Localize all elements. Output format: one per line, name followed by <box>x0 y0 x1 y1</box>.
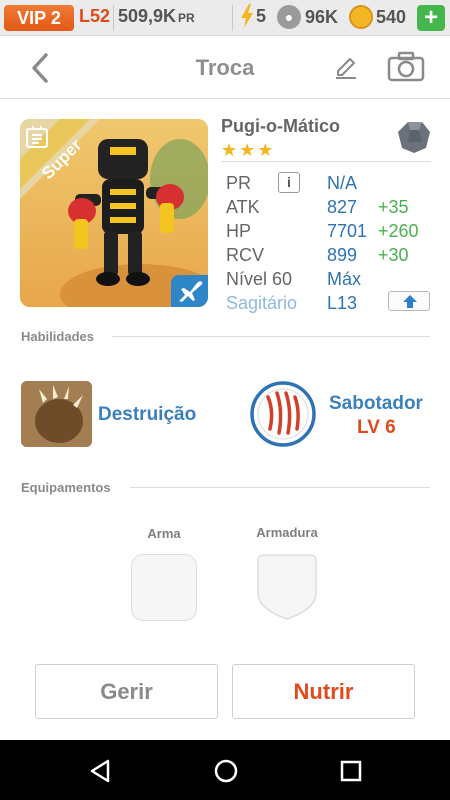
system-nav-bar <box>0 740 450 800</box>
power-rating: 509,9K PR <box>118 6 195 27</box>
skill-level-saboteur: LV 6 <box>357 417 396 438</box>
skill-name-saboteur[interactable]: Sabotador <box>329 393 423 415</box>
divider <box>113 5 114 31</box>
power-value: 509,9K <box>118 6 177 26</box>
paw-icon: ● <box>277 5 301 29</box>
arrow-up-icon <box>403 295 417 308</box>
airplane-icon <box>179 281 203 302</box>
energy-value: 5 <box>256 5 267 26</box>
add-currency-button[interactable]: + <box>417 5 445 31</box>
stat-value-pr: N/A <box>327 173 358 193</box>
page-header: Troca <box>0 37 450 99</box>
vip-badge[interactable]: VIP 2 <box>4 5 74 31</box>
slot-label-armor: Armadura <box>256 525 318 540</box>
coin-counter[interactable]: 540 <box>349 5 406 29</box>
stat-label-atk: ATK <box>226 197 260 217</box>
skill-destruction-icon[interactable] <box>21 381 92 447</box>
scratch-icon[interactable] <box>250 381 316 447</box>
upgrade-button[interactable] <box>388 291 430 311</box>
skill-name-destruction[interactable]: Destruição <box>98 404 196 426</box>
slot-label-weapon: Arma <box>147 526 181 541</box>
energy-counter[interactable]: 5 <box>240 4 266 28</box>
nav-recents-icon[interactable] <box>339 759 363 783</box>
stat-bonus-rcv: +30 <box>378 245 409 265</box>
divider <box>232 5 233 31</box>
coin-icon <box>349 5 373 29</box>
coin-value: 540 <box>376 6 407 27</box>
divider <box>221 161 431 162</box>
stat-label-constellation: Sagitário <box>226 293 298 313</box>
edit-icon[interactable] <box>333 55 359 81</box>
section-equipment-label: Equipamentos <box>21 480 111 495</box>
element-badge <box>171 275 208 307</box>
stat-value-atk: 827 <box>327 197 358 217</box>
power-unit: PR <box>178 11 195 25</box>
nav-back-icon[interactable] <box>88 758 112 784</box>
feed-button[interactable]: Nutrir <box>232 664 415 719</box>
manage-button[interactable]: Gerir <box>35 664 218 719</box>
nav-home-icon[interactable] <box>213 758 239 784</box>
stat-bonus-atk: +35 <box>378 197 409 217</box>
status-bar: VIP 2 L52 509,9K PR 5 ● 96K 540 + <box>0 0 450 36</box>
stat-label-level: Nível 60 <box>226 269 293 289</box>
claw-icon <box>21 381 92 447</box>
divider <box>112 336 430 337</box>
weapon-slot[interactable] <box>131 554 197 621</box>
info-icon[interactable]: i <box>278 172 300 193</box>
stat-value-constellation: L13 <box>327 293 358 313</box>
lightning-icon <box>241 4 253 28</box>
pet-name[interactable]: Pugi-o-Mático <box>221 116 340 137</box>
food-counter[interactable]: ● 96K <box>277 5 338 29</box>
stat-value-rcv: 899 <box>327 245 358 265</box>
player-level: L52 <box>79 6 111 26</box>
stat-label-pr: PR <box>226 173 252 193</box>
stat-value-level: Máx <box>327 269 362 289</box>
page-title: Troca <box>195 55 255 80</box>
screen: VIP 2 L52 509,9KPR 5 ● 96K 540 + Troca <box>0 0 450 800</box>
divider <box>130 487 430 488</box>
stat-value-hp: 7701 <box>327 221 368 241</box>
stat-bonus-hp: +260 <box>378 221 419 241</box>
gem-icon[interactable] <box>397 120 431 154</box>
camera-icon[interactable] <box>387 51 425 83</box>
food-value: 96K <box>305 6 339 27</box>
sign-icon <box>26 126 48 148</box>
section-abilities-label: Habilidades <box>21 329 94 344</box>
stat-label-hp: HP <box>226 221 252 241</box>
star-rating: ★★★ <box>221 140 276 160</box>
stat-label-rcv: RCV <box>226 245 265 265</box>
armor-slot[interactable] <box>254 553 320 621</box>
